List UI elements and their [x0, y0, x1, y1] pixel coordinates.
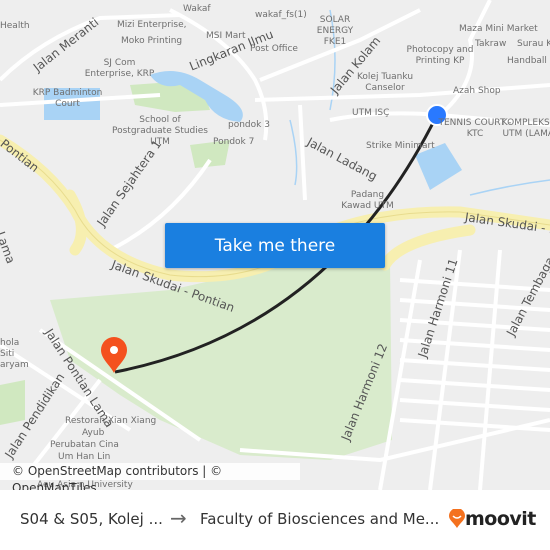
- map-attribution[interactable]: © OpenStreetMap contributors | © OpenMap…: [0, 463, 300, 490]
- map-label: Um Han Lin: [58, 452, 111, 462]
- destination-name: Faculty of Biosciences and Me...: [200, 510, 440, 528]
- origin-name: S04 & S05, Kolej ...: [20, 510, 163, 528]
- map-label: Health: [0, 21, 30, 31]
- map-label: Strike Minimart: [366, 141, 435, 151]
- map-label: SOLAR ENERGY FKE1: [316, 15, 354, 47]
- map-label: KOMPLEKS S UTM (LAMA): [501, 118, 550, 139]
- map-label: KRP Badminton Court: [32, 88, 103, 109]
- route-footer: S04 & S05, Kolej ... → Faculty of Biosci…: [0, 490, 550, 550]
- map-label: Perubatan Cina: [50, 440, 119, 450]
- map-label: Padang Kawad UTM: [341, 190, 394, 211]
- map-label: pondok 3: [228, 120, 270, 130]
- brand-name: moovit: [465, 508, 536, 530]
- take-me-there-button[interactable]: Take me there: [165, 223, 385, 268]
- map[interactable]: Health Wakaf wakaf_fs(1) SOLAR ENERGY FK…: [0, 0, 550, 490]
- map-label: hola Siti aryam: [0, 338, 29, 370]
- map-label: Mizi Enterprise,: [117, 20, 187, 30]
- map-label: Handball: [507, 56, 547, 66]
- map-label: Surau KS: [517, 39, 550, 49]
- moovit-logo[interactable]: moovit: [449, 508, 536, 530]
- map-label: Photocopy and Printing KP: [406, 45, 474, 66]
- map-label: Azah Shop: [453, 86, 501, 96]
- map-label: Pondok 7: [213, 137, 255, 147]
- map-label: wakaf_fs(1): [255, 10, 307, 20]
- map-label: Ayub: [82, 428, 105, 438]
- map-label: Kolej Tuanku Canselor: [356, 72, 414, 93]
- map-label: Wakaf: [183, 4, 211, 14]
- map-label: Maza Mini Market: [459, 24, 538, 34]
- map-label: UTM ISÇ: [352, 108, 390, 118]
- arrow-right-icon: →: [170, 506, 187, 530]
- map-label: Takraw: [475, 39, 507, 49]
- map-label: Moko Printing: [121, 36, 183, 46]
- park-area: [0, 380, 25, 425]
- moovit-pin-icon: [449, 509, 465, 528]
- map-label: SJ Com Enterprise, KRP: [84, 58, 155, 79]
